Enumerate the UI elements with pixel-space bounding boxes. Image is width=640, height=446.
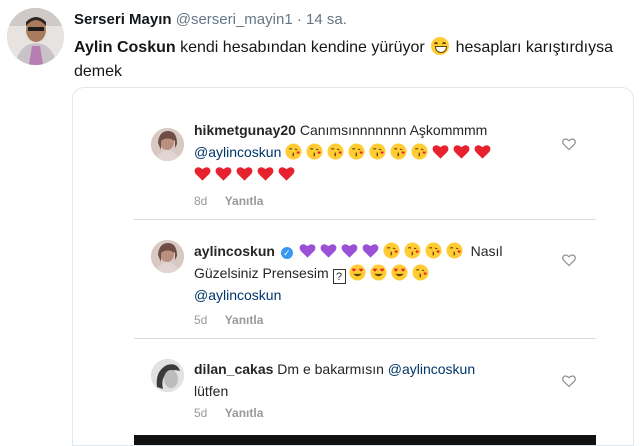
purple-heart-icon: [320, 244, 337, 258]
author-name[interactable]: Serseri Mayın: [74, 11, 172, 28]
comment-text: Güzelsiniz Prensesim: [194, 265, 329, 281]
kiss-icon: [348, 143, 365, 160]
comment-text: lütfen: [194, 383, 229, 399]
kiss-icon: [446, 242, 463, 259]
kiss-icon: [383, 242, 400, 259]
heart-eyes-icon: [370, 264, 387, 281]
comment-text: Dm e bakarmısın: [277, 361, 384, 377]
comment-username: hikmetgunay20: [194, 122, 296, 138]
comment-like-heart-icon: [562, 138, 576, 151]
comment-avatar: [151, 359, 184, 392]
heart-icon: [194, 167, 211, 181]
comment-emoji-row: [349, 264, 433, 281]
comment-avatar: [151, 240, 184, 273]
author-avatar[interactable]: [7, 8, 64, 65]
comment-age: 8d: [194, 194, 208, 208]
heart-icon: [453, 145, 470, 159]
unknown-glyph-icon: ?: [332, 269, 346, 284]
comment-username: dilan_cakas: [194, 361, 274, 377]
kiss-icon: [369, 143, 386, 160]
comment-emoji-row: [285, 143, 495, 160]
purple-heart-icon: [362, 244, 379, 258]
comment-divider: [134, 338, 596, 339]
tweet-mention[interactable]: Aylin Coskun: [74, 39, 176, 56]
purple-heart-icon: [299, 244, 316, 258]
comment-mention: @aylincoskun: [194, 144, 282, 160]
comment-username: aylincoskun: [194, 243, 275, 259]
tweet-header: Serseri Mayın @serseri_mayin1 · 14 sa.: [74, 11, 347, 28]
comment-body: dilan_cakas Dm e bakarmısın @aylincoskun…: [194, 358, 554, 402]
comment-mention: @aylincoskun: [194, 287, 282, 303]
comment-reply-label: Yanıtla: [224, 313, 264, 327]
heart-icon: [215, 167, 232, 181]
comment-divider: [134, 219, 596, 220]
kiss-icon: [285, 143, 302, 160]
comment-age: 5d: [194, 406, 208, 420]
comment-like-heart-icon: [562, 375, 576, 388]
comment-meta: 5d Yanıtla: [194, 313, 263, 327]
kiss-icon: [412, 264, 429, 281]
comment-age: 5d: [194, 313, 208, 327]
comment-text: Nasıl: [470, 243, 503, 259]
comment-avatar: [151, 128, 184, 161]
comment-like-heart-icon: [562, 254, 576, 267]
author-handle[interactable]: @serseri_mayin1: [176, 11, 293, 28]
comment-emoji-row: [299, 242, 467, 259]
tweet-text: Aylin Coskun kendi hesabından kendine yü…: [74, 36, 630, 84]
comment-mention: @aylincoskun: [387, 361, 476, 377]
header-separator: ·: [296, 11, 302, 28]
purple-heart-icon: [341, 244, 358, 258]
heart-icon: [278, 167, 295, 181]
comment-meta: 5d Yanıtla: [194, 406, 263, 420]
heart-icon: [236, 167, 253, 181]
heart-icon: [432, 145, 449, 159]
tweet-media-image[interactable]: hikmetgunay20 Canımsınnnnnnn Aşkommmm @a…: [72, 87, 634, 446]
kiss-icon: [404, 242, 421, 259]
heart-icon: [474, 145, 491, 159]
kiss-icon: [425, 242, 442, 259]
kiss-icon: [390, 143, 407, 160]
grinning-face-icon: [431, 37, 450, 55]
kiss-icon: [306, 143, 323, 160]
instagram-comments-screenshot: hikmetgunay20 Canımsınnnnnnn Aşkommmm @a…: [134, 88, 596, 445]
comment-reply-label: Yanıtla: [224, 406, 264, 420]
comment-text: Canımsınnnnnnn Aşkommmm: [299, 122, 488, 138]
comment-body: hikmetgunay20 Canımsınnnnnnn Aşkommmm @a…: [194, 119, 554, 185]
comment-reply-label: Yanıtla: [224, 194, 264, 208]
heart-eyes-icon: [391, 264, 408, 281]
verified-badge-icon: ✓: [280, 247, 293, 259]
tweet-text-part1: kendi hesabından kendine yürüyor: [180, 39, 425, 56]
comment-meta: 8d Yanıtla: [194, 194, 263, 208]
kiss-icon: [411, 143, 428, 160]
kiss-icon: [327, 143, 344, 160]
tweet-time[interactable]: 14 sa.: [306, 11, 347, 28]
comment-body: aylincoskun ✓ Nasıl Güzelsiniz Prensesim…: [194, 240, 554, 306]
comment-emoji-row: [194, 166, 299, 182]
heart-eyes-icon: [349, 264, 366, 281]
heart-icon: [257, 167, 274, 181]
